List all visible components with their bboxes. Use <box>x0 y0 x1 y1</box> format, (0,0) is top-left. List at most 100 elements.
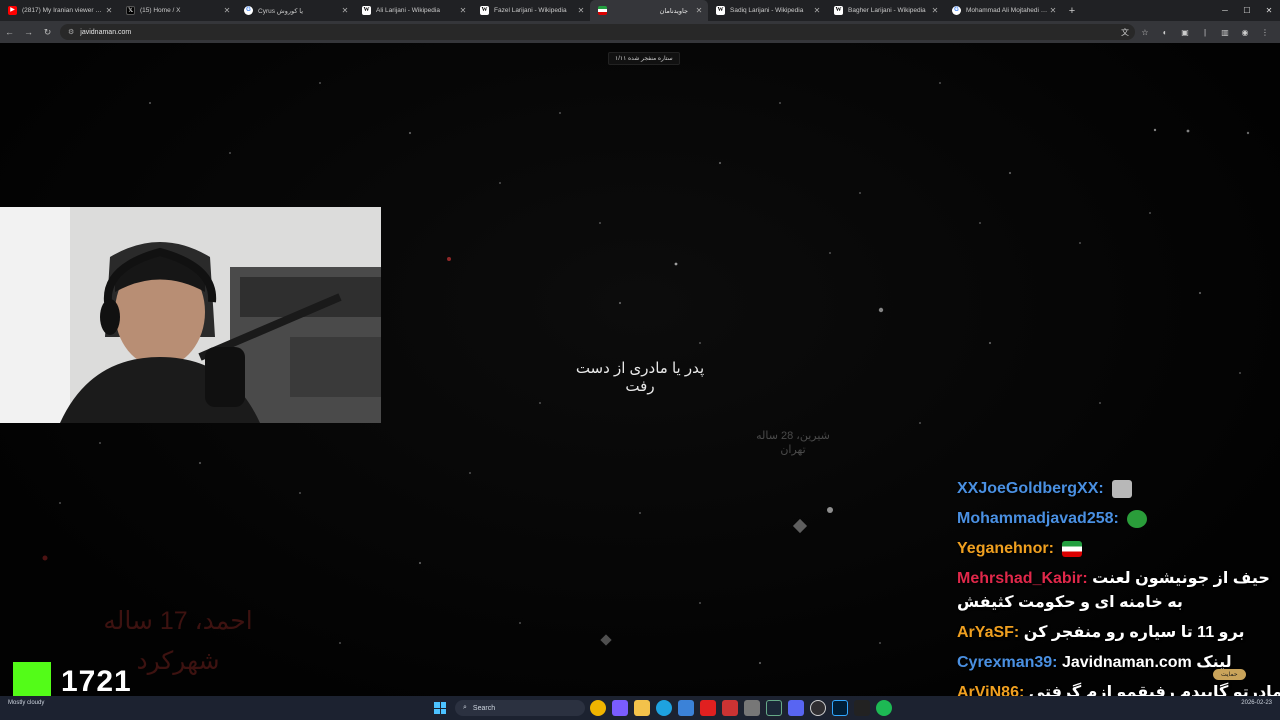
pinned-apps <box>590 700 892 716</box>
menu-icon[interactable]: ⋮ <box>1258 24 1272 40</box>
counter-value: 1721 <box>61 665 132 696</box>
close-icon[interactable]: ✕ <box>1048 6 1058 15</box>
photoshop-app-icon[interactable] <box>832 700 848 716</box>
exploded-stars-status: ۱/۱۱ ستاره منفجر شده <box>608 52 680 65</box>
window-controls: ─ ☐ ✕ <box>1214 0 1280 21</box>
webcam-overlay <box>0 207 381 423</box>
forward-icon[interactable]: → <box>19 27 38 37</box>
iran-flag-icon <box>598 6 607 15</box>
close-icon[interactable]: ✕ <box>812 6 822 15</box>
site-info-icon[interactable]: ⚙ <box>68 28 74 36</box>
close-icon[interactable]: ✕ <box>104 6 114 15</box>
chat-username: ArYaSF: <box>957 624 1020 641</box>
browser-tab[interactable]: W Sadiq Larijani - Wikipedia ✕ <box>708 0 826 21</box>
star-detail-message: پدر یا مادری از دست رفت <box>575 360 705 395</box>
donate-button[interactable]: حمایت <box>1213 669 1246 680</box>
translate-icon[interactable]: 文 <box>1118 24 1132 40</box>
chat-message: XXJoeGoldbergXX: <box>957 477 1280 501</box>
extensions-puzzle-icon[interactable]: ▣ <box>1178 24 1192 40</box>
url-text: javidnaman.com <box>80 28 132 36</box>
viewer-counter: 1721 <box>13 662 132 696</box>
back-icon[interactable]: ← <box>0 27 19 37</box>
wikipedia-icon: W <box>834 6 843 15</box>
new-tab-button[interactable]: + <box>1062 0 1082 21</box>
tab-title: Fazel Larijani - Wikipedia <box>494 7 567 14</box>
extension-icon[interactable]: ◐ <box>1158 24 1172 40</box>
maximize-icon[interactable]: ☐ <box>1236 0 1258 21</box>
steam-app-icon[interactable] <box>766 700 782 716</box>
chat-username: Mohammadjavad258: <box>957 510 1119 527</box>
browser-tab[interactable]: W Fazel Larijani - Wikipedia ✕ <box>472 0 590 21</box>
photos-app-icon[interactable] <box>678 700 694 716</box>
reload-icon[interactable]: ↻ <box>38 27 57 38</box>
star-label-name: شیرین، 28 ساله <box>756 430 830 442</box>
wikipedia-icon: W <box>480 6 489 15</box>
browser-tab[interactable]: G Cyrus یا کوروش ✕ <box>236 0 354 21</box>
kick-logo-icon <box>13 662 51 696</box>
settings-app-icon[interactable] <box>744 700 760 716</box>
chrome-app-icon[interactable] <box>590 700 606 716</box>
webcam-feed-image <box>0 207 381 423</box>
iran-flag-emote-icon <box>1062 540 1083 557</box>
discord-app-icon[interactable] <box>788 700 804 716</box>
taskbar-search[interactable]: ⌕ Search <box>455 700 585 716</box>
x-icon: 𝕏 <box>126 6 135 15</box>
search-placeholder: Search <box>472 704 496 712</box>
terminal-app-icon[interactable] <box>854 700 870 716</box>
close-icon[interactable]: ✕ <box>576 6 586 15</box>
chat-text: لینک Javidnaman.com <box>1061 654 1232 671</box>
chat-text: برو 11 تا سیاره رو منفجر کن <box>1023 624 1245 641</box>
close-icon[interactable]: ✕ <box>694 6 704 15</box>
close-window-icon[interactable]: ✕ <box>1258 0 1280 21</box>
starfield-page: ۱/۱۱ ستاره منفجر شده پدر یا مادری از دست… <box>0 43 1280 696</box>
minimize-icon[interactable]: ─ <box>1214 0 1236 21</box>
chat-message: Mohammadjavad258: <box>957 507 1280 531</box>
weather-text: Mostly cloudy <box>8 700 45 706</box>
system-tray[interactable]: 2026-02-23 <box>1241 699 1272 707</box>
bookmark-star-icon[interactable]: ☆ <box>1138 24 1152 40</box>
close-icon[interactable]: ✕ <box>458 6 468 15</box>
green-blob-emote-icon <box>1127 509 1148 528</box>
copilot-app-icon[interactable] <box>612 700 628 716</box>
browser-tab[interactable]: ▶ (2817) My Iranian viewer sent ✕ <box>0 0 118 21</box>
browser-tab[interactable]: W Bagher Larijani - Wikipedia ✕ <box>826 0 944 21</box>
browser-tab[interactable]: W Ali Larijani - Wikipedia ✕ <box>354 0 472 21</box>
browser-toolbar: ← → ↻ ⚙ javidnaman.com 文 ☆ ◐ ▣ | ▥ ◉ ⋮ <box>0 21 1280 43</box>
close-icon[interactable]: ✕ <box>930 6 940 15</box>
close-icon[interactable]: ✕ <box>340 6 350 15</box>
chat-message: ArViN86: خامنه ای ،مادرتو گاییدم رفیقمو … <box>957 681 1280 696</box>
browser-tab[interactable]: G Mohammad Ali Mojtahedi - G ✕ <box>944 0 1062 21</box>
screen: ▶ (2817) My Iranian viewer sent ✕ 𝕏 (15)… <box>0 0 1280 720</box>
youtube-app-icon[interactable] <box>700 700 716 716</box>
tab-title: (15) Home / X <box>140 7 181 14</box>
star-label-name: احمد، 17 ساله <box>103 607 253 635</box>
chat-username: Mehrshad_Kabir: <box>957 570 1088 587</box>
chat-username: XXJoeGoldbergXX: <box>957 480 1104 497</box>
obs-app-icon[interactable] <box>810 700 826 716</box>
divider-icon: | <box>1203 27 1207 37</box>
search-icon: ⌕ <box>463 704 467 711</box>
close-icon[interactable]: ✕ <box>222 6 232 15</box>
clock-date: 2026-02-23 <box>1241 700 1272 706</box>
chat-message: ArYaSF: برو 11 تا سیاره رو منفجر کن <box>957 621 1280 645</box>
edge-app-icon[interactable] <box>656 700 672 716</box>
chat-message: Yeganehnor: <box>957 537 1280 561</box>
tab-title: Sadiq Larijani - Wikipedia <box>730 7 804 14</box>
tab-title: (2817) My Iranian viewer sent <box>22 7 104 14</box>
windows-start-icon[interactable] <box>434 702 446 714</box>
weather-widget[interactable]: Mostly cloudy <box>8 699 44 707</box>
star-label-city: تهران <box>780 444 806 456</box>
tab-title: Mohammad Ali Mojtahedi - G <box>966 7 1048 14</box>
browser-tab-active[interactable]: جاویدنامان ✕ <box>590 0 708 21</box>
address-bar[interactable]: ⚙ javidnaman.com <box>60 24 1135 40</box>
browser-tab-strip: ▶ (2817) My Iranian viewer sent ✕ 𝕏 (15)… <box>0 0 1280 21</box>
profile-icon[interactable]: ◉ <box>1238 24 1252 40</box>
browser-tab[interactable]: 𝕏 (15) Home / X ✕ <box>118 0 236 21</box>
chat-username: ArViN86: <box>957 684 1025 696</box>
spotify-app-icon[interactable] <box>876 700 892 716</box>
star-label-faded[interactable]: شیرین، 28 ساله تهران <box>748 429 838 457</box>
tab-title: جاویدنامان <box>659 7 688 15</box>
file-explorer-icon[interactable] <box>634 700 650 716</box>
sidepanel-icon[interactable]: ▥ <box>1218 24 1232 40</box>
gmail-app-icon[interactable] <box>722 700 738 716</box>
